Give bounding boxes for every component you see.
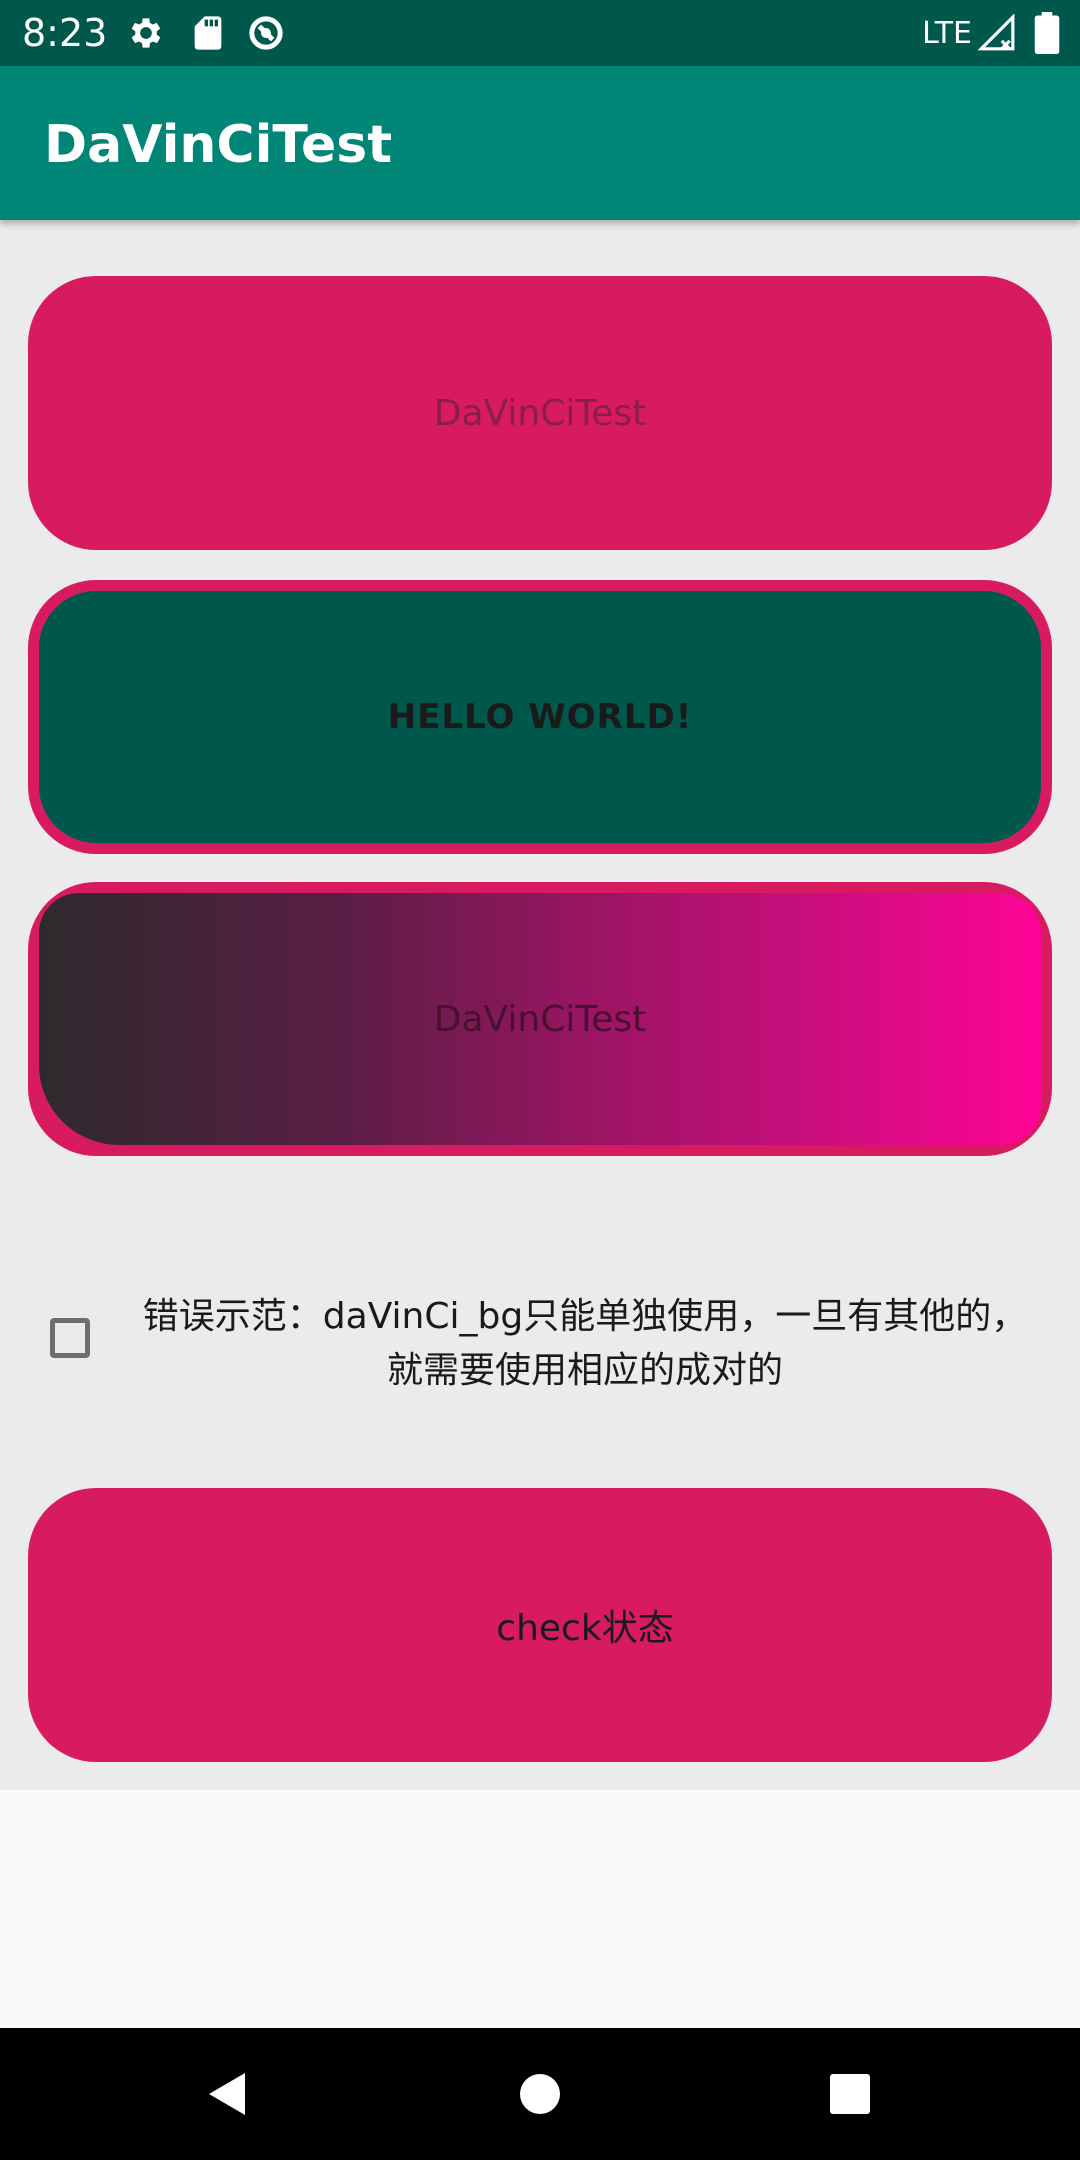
signal-icon [978,14,1015,51]
battery-icon [1034,12,1060,54]
card-label: check状态 [496,1608,674,1649]
home-button[interactable] [480,2028,600,2160]
check-state-button[interactable]: check状态 [28,1488,1052,1762]
data-saver-icon [249,16,283,50]
back-icon [209,2073,245,2115]
status-bar: 8:23 LTE [0,0,1080,66]
card-label: DaVinCiTest [433,998,647,1040]
main-content: DaVinCiTest HELLO WORLD! DaVinCiTest 错误示… [0,220,1080,1790]
status-right: LTE [922,0,1060,66]
back-button[interactable] [166,2028,286,2160]
hello-world-button[interactable]: HELLO WORLD! [28,580,1052,854]
davinci-button-1[interactable]: DaVinCiTest [28,276,1052,550]
network-type: LTE [922,15,972,51]
recents-icon [830,2074,870,2114]
settings-icon [131,18,161,48]
checkbox-label-line1: 错误示范：daVinCi_bg只能单独使用，一旦有其他的， [142,1296,1028,1337]
card-label: HELLO WORLD! [387,697,693,737]
checkbox-label-line2: 就需要使用相应的成对的 [386,1350,783,1391]
recents-button[interactable] [790,2028,910,2160]
status-time: 8:23 [22,11,108,55]
checkbox-label: 错误示范：daVinCi_bg只能单独使用，一旦有其他的， 就需要使用相应的成对… [110,1290,1060,1398]
sd-card-icon [194,16,222,50]
app-title: DaVinCiTest [44,115,393,175]
checkbox-row[interactable]: 错误示范：daVinCi_bg只能单独使用，一旦有其他的， 就需要使用相应的成对… [0,1270,1080,1391]
home-icon [520,2074,560,2114]
checkbox[interactable] [50,1318,90,1358]
app-bar: DaVinCiTest [0,66,1080,220]
card-label: DaVinCiTest [433,392,647,434]
gradient-button[interactable]: DaVinCiTest [28,882,1052,1156]
navigation-bar [0,2028,1080,2160]
